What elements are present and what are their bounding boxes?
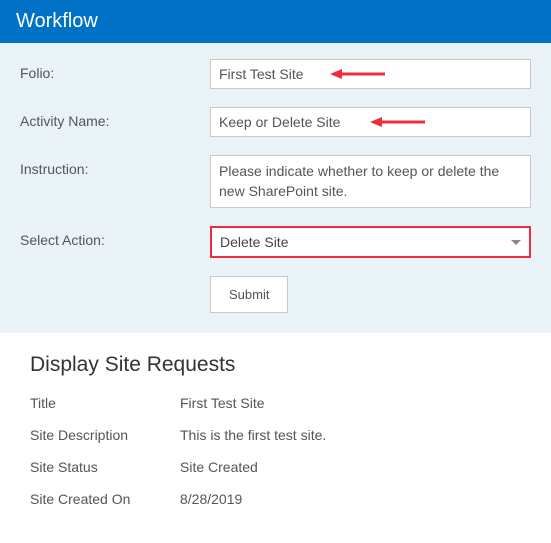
display-label-created: Site Created On	[30, 491, 180, 507]
display-row-description: Site Description This is the first test …	[30, 427, 521, 443]
chevron-down-icon	[511, 240, 521, 245]
display-heading: Display Site Requests	[30, 353, 521, 377]
instruction-row: Instruction: Please indicate whether to …	[20, 155, 531, 208]
folio-input[interactable]	[210, 59, 531, 89]
select-action-value: Delete Site	[220, 234, 288, 250]
folio-row: Folio:	[20, 59, 531, 89]
display-value-description: This is the first test site.	[180, 427, 521, 443]
folio-label: Folio:	[20, 59, 210, 81]
display-value-created: 8/28/2019	[180, 491, 521, 507]
activity-label: Activity Name:	[20, 107, 210, 129]
display-value-status: Site Created	[180, 459, 521, 475]
workflow-form: Folio: Activity Name: Instruction:	[0, 43, 551, 333]
display-label-title: Title	[30, 395, 180, 411]
activity-row: Activity Name:	[20, 107, 531, 137]
select-action-label: Select Action:	[20, 226, 210, 248]
display-value-title: First Test Site	[180, 395, 521, 411]
panel-header: Workflow	[0, 0, 551, 43]
instruction-text: Please indicate whether to keep or delet…	[210, 155, 531, 208]
display-row-title: Title First Test Site	[30, 395, 521, 411]
display-label-description: Site Description	[30, 427, 180, 443]
display-site-requests: Display Site Requests Title First Test S…	[0, 333, 551, 543]
select-action-row: Select Action: Delete Site	[20, 226, 531, 258]
activity-name-input[interactable]	[210, 107, 531, 137]
select-action-dropdown[interactable]: Delete Site	[210, 226, 531, 258]
instruction-label: Instruction:	[20, 155, 210, 177]
display-label-status: Site Status	[30, 459, 180, 475]
display-row-status: Site Status Site Created	[30, 459, 521, 475]
display-row-created: Site Created On 8/28/2019	[30, 491, 521, 507]
panel-title: Workflow	[16, 10, 98, 32]
submit-button[interactable]: Submit	[210, 276, 288, 313]
